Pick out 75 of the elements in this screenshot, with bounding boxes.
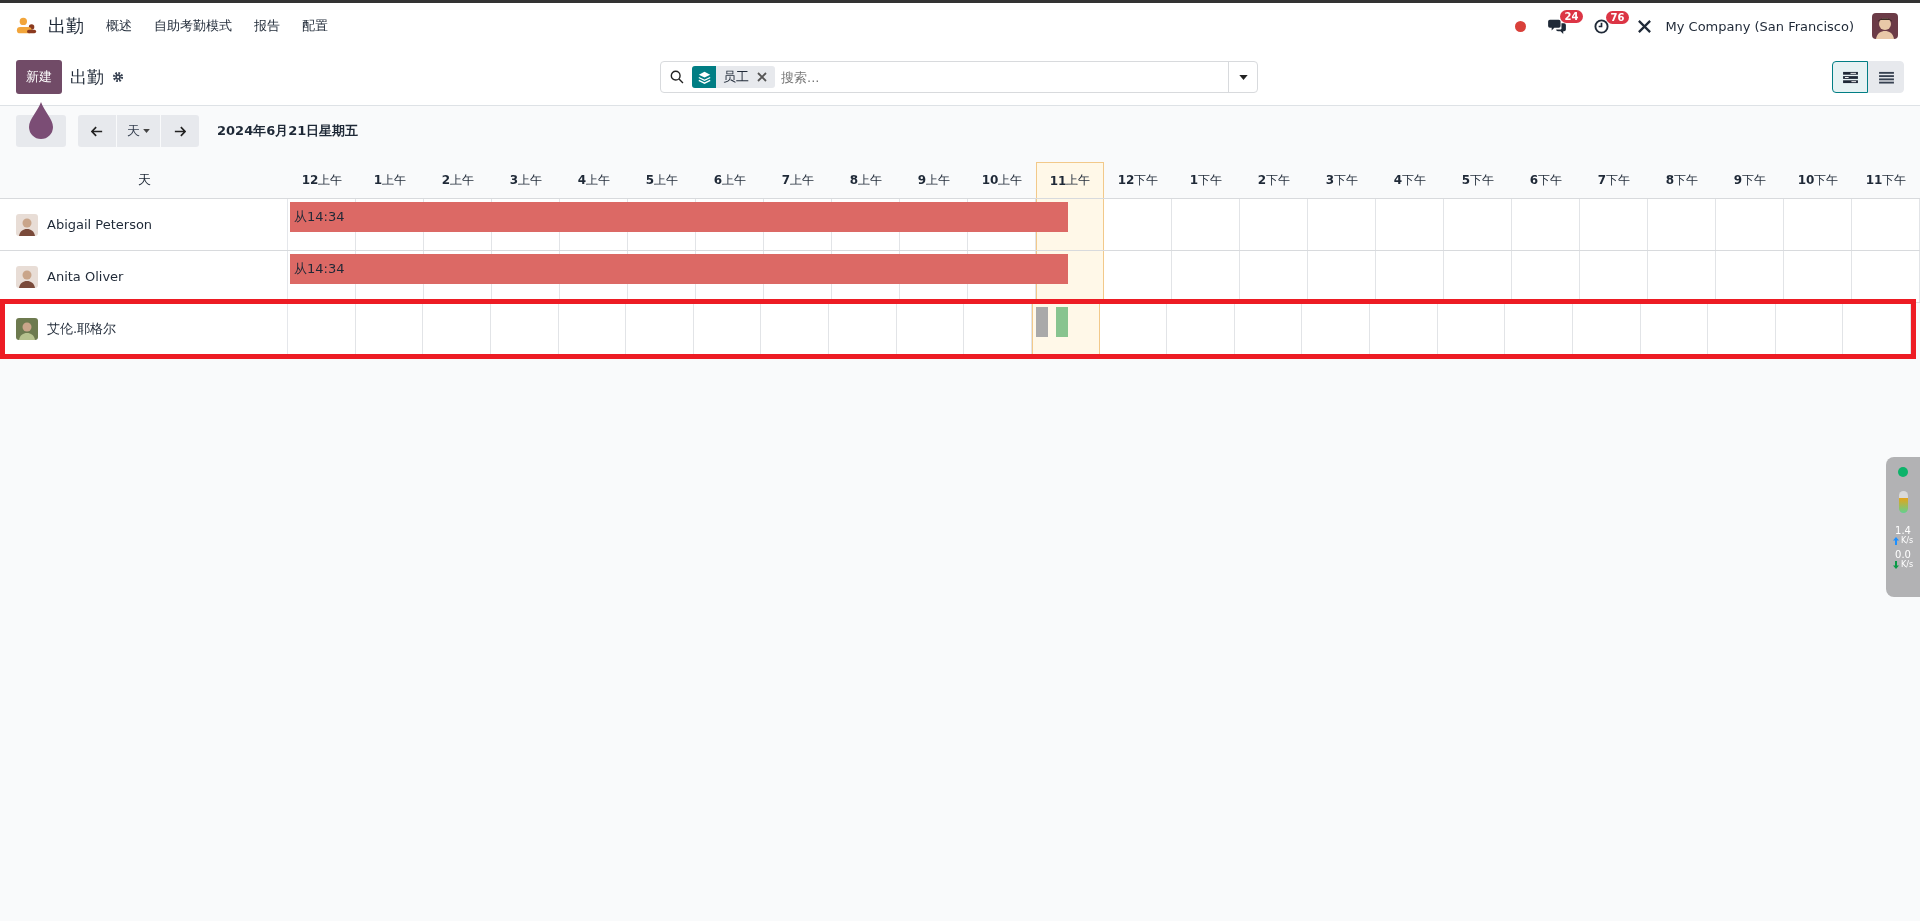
avatar-icon bbox=[16, 265, 38, 288]
hour-header: 7上午 bbox=[780, 171, 816, 189]
hour-header: 11下午 bbox=[1864, 171, 1908, 189]
hour-header: 8上午 bbox=[848, 171, 884, 189]
hour-header: 10下午 bbox=[1796, 171, 1840, 189]
hour-header: 5下午 bbox=[1460, 171, 1496, 189]
menu-item[interactable]: 概述 bbox=[106, 17, 132, 35]
upload-unit: K/s bbox=[1900, 536, 1914, 546]
hour-header: 6上午 bbox=[712, 171, 748, 189]
arrow-left-icon bbox=[91, 125, 103, 137]
hour-header: 12上午 bbox=[300, 171, 344, 189]
recording-dot-icon[interactable] bbox=[1514, 20, 1526, 32]
hour-header: 3下午 bbox=[1324, 171, 1360, 189]
hour-header: 6下午 bbox=[1528, 171, 1564, 189]
upload-arrow-icon bbox=[1892, 537, 1899, 545]
hour-header: 9上午 bbox=[916, 171, 952, 189]
next-button[interactable] bbox=[161, 115, 199, 147]
view-switch-button[interactable] bbox=[1832, 61, 1868, 93]
download-unit: K/s bbox=[1900, 560, 1914, 570]
hour-header: 2上午 bbox=[440, 171, 476, 189]
menu-item[interactable]: 报告 bbox=[254, 17, 280, 35]
hour-header: 10上午 bbox=[980, 171, 1024, 189]
hour-header: 5上午 bbox=[644, 171, 680, 189]
arrow-right-icon bbox=[174, 125, 186, 137]
hour-header: 11上午 bbox=[1036, 162, 1104, 198]
avatar-icon bbox=[16, 213, 38, 236]
droplet-icon bbox=[28, 102, 54, 140]
hour-header: 4下午 bbox=[1392, 171, 1428, 189]
previous-button[interactable] bbox=[78, 115, 116, 147]
facet-label: 员工 bbox=[722, 68, 750, 86]
app-logo-icon[interactable] bbox=[16, 16, 38, 36]
new-button[interactable]: 新建 bbox=[16, 60, 62, 94]
caret-icon bbox=[143, 129, 150, 133]
hour-header: 7下午 bbox=[1596, 171, 1632, 189]
employee-name[interactable]: 艾伦.耶格尔 bbox=[47, 320, 117, 338]
close-icon[interactable] bbox=[757, 72, 767, 82]
message-count-badge: 24 bbox=[1559, 10, 1584, 23]
download-arrow-icon bbox=[1892, 561, 1899, 569]
employee-name[interactable]: Anita Oliver bbox=[47, 269, 124, 284]
hour-header: 1上午 bbox=[372, 171, 408, 189]
date-label: 2024年6月21日星期五 bbox=[217, 122, 359, 140]
hour-header: 2下午 bbox=[1256, 171, 1292, 189]
chat-icon[interactable] bbox=[1547, 18, 1566, 34]
hour-header: 3上午 bbox=[508, 171, 544, 189]
hour-header: 4上午 bbox=[576, 171, 612, 189]
hour-header: 12下午 bbox=[1116, 171, 1160, 189]
employee-name[interactable]: Abigail Peterson bbox=[47, 217, 153, 232]
gantt-icon bbox=[1842, 70, 1858, 84]
menu-item[interactable]: 自助考勤模式 bbox=[154, 17, 232, 35]
attendance-bar[interactable]: 从14:34 bbox=[290, 254, 1068, 284]
scale-dropdown[interactable]: 天 bbox=[117, 115, 160, 147]
search-bar[interactable]: 员工 搜索... bbox=[660, 61, 1258, 93]
hour-header: 9下午 bbox=[1732, 171, 1768, 189]
menu-item[interactable]: 配置 bbox=[302, 17, 328, 35]
status-dot-icon bbox=[1898, 467, 1908, 477]
settings-icon[interactable] bbox=[112, 71, 124, 83]
hour-header: 1下午 bbox=[1188, 171, 1224, 189]
list-icon bbox=[1878, 70, 1894, 84]
caret-icon bbox=[1238, 74, 1248, 80]
breadcrumb-title: 出勤 bbox=[70, 65, 104, 89]
search-facet[interactable]: 员工 bbox=[692, 66, 775, 88]
attendance-bar[interactable]: 从14:34 bbox=[290, 202, 1068, 232]
user-avatar-icon[interactable] bbox=[1872, 13, 1898, 39]
company-switcher[interactable]: My Company (San Francisco) bbox=[1665, 18, 1854, 34]
app-title[interactable]: 出勤 bbox=[48, 14, 84, 38]
upload-speed: 1.4 bbox=[1895, 525, 1911, 536]
search-icon[interactable] bbox=[670, 70, 684, 84]
column-header: 天 bbox=[137, 171, 151, 189]
download-speed: 0.0 bbox=[1895, 549, 1911, 560]
hour-header: 8下午 bbox=[1664, 171, 1700, 189]
gauge-icon bbox=[1898, 491, 1908, 513]
activity-count-badge: 76 bbox=[1605, 10, 1630, 24]
avatar-icon bbox=[16, 318, 38, 340]
layers-icon bbox=[697, 70, 711, 84]
clock-icon[interactable] bbox=[1593, 18, 1609, 34]
